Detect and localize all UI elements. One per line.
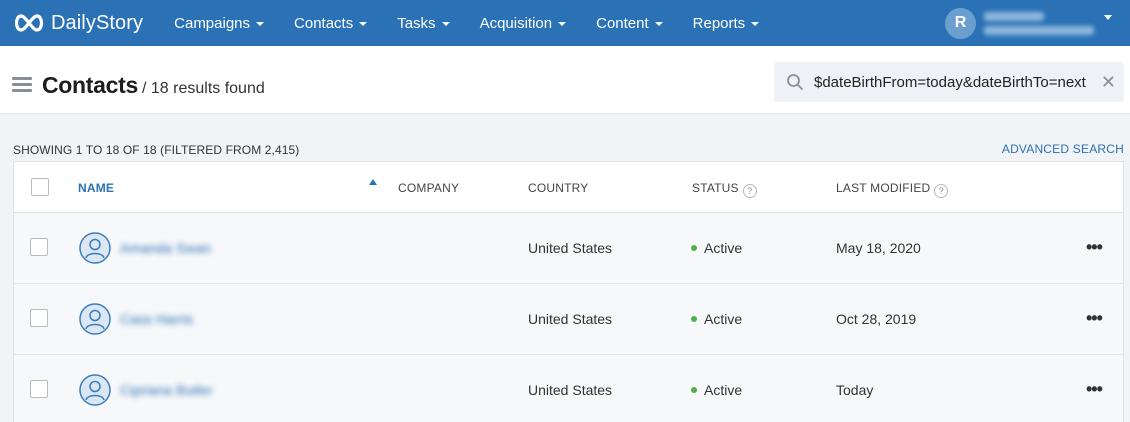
contact-last-modified: Oct 28, 2019 bbox=[836, 311, 917, 327]
contact-country: United States bbox=[528, 240, 613, 256]
contact-name[interactable]: Amanda Swan bbox=[120, 240, 211, 256]
contact-country: United States bbox=[528, 311, 613, 327]
more-options-icon[interactable]: ••• bbox=[1086, 237, 1103, 258]
page-title: Contacts bbox=[42, 72, 139, 98]
table-header: NAME COMPANY COUNTRY STATUS? LAST MODIFI… bbox=[14, 162, 1123, 213]
caret-down-icon bbox=[751, 22, 760, 26]
menu-tasks[interactable]: Tasks bbox=[382, 0, 464, 46]
table-row[interactable]: Cass Harris United States Active Oct 28,… bbox=[14, 284, 1123, 355]
column-header-last-modified[interactable]: LAST MODIFIED? bbox=[836, 181, 949, 198]
column-header-status[interactable]: STATUS? bbox=[692, 181, 757, 198]
user-info-redacted bbox=[984, 11, 1094, 35]
menu-campaigns[interactable]: Campaigns bbox=[159, 0, 279, 46]
status-dot-icon bbox=[691, 316, 697, 322]
contact-last-modified: May 18, 2020 bbox=[836, 240, 921, 256]
contact-name[interactable]: Cass Harris bbox=[120, 311, 193, 327]
user-avatar: R bbox=[945, 7, 976, 39]
main-menu: Campaigns Contacts Tasks Acquisition Con… bbox=[159, 0, 774, 46]
caret-down-icon bbox=[359, 22, 368, 26]
contact-status: Active bbox=[691, 311, 742, 327]
column-label: STATUS bbox=[692, 181, 739, 195]
menu-label: Reports bbox=[692, 14, 746, 32]
help-icon[interactable]: ? bbox=[934, 184, 949, 198]
showing-summary: SHOWING 1 TO 18 OF 18 (FILTERED FROM 2,4… bbox=[13, 143, 300, 157]
more-options-icon[interactable]: ••• bbox=[1086, 308, 1103, 329]
menu-label: Contacts bbox=[294, 14, 354, 32]
status-dot-icon bbox=[691, 245, 697, 251]
menu-label: Campaigns bbox=[174, 14, 251, 32]
row-checkbox[interactable] bbox=[30, 238, 48, 256]
status-label: Active bbox=[704, 382, 743, 398]
user-avatar-icon bbox=[79, 232, 111, 264]
infinity-logo-icon bbox=[14, 14, 44, 32]
menu-reports[interactable]: Reports bbox=[678, 0, 775, 46]
page-header: Contacts / 18 results found ✕ bbox=[0, 46, 1130, 114]
row-checkbox[interactable] bbox=[30, 309, 48, 327]
menu-label: Acquisition bbox=[479, 14, 553, 32]
status-label: Active bbox=[704, 240, 743, 256]
search-box: ✕ bbox=[774, 62, 1124, 102]
caret-down-icon bbox=[441, 22, 450, 26]
menu-acquisition[interactable]: Acquisition bbox=[465, 0, 582, 46]
clear-search-icon[interactable]: ✕ bbox=[1101, 73, 1116, 91]
column-label: LAST MODIFIED bbox=[836, 181, 931, 195]
hamburger-menu-icon[interactable] bbox=[12, 77, 32, 92]
contacts-table: NAME COMPANY COUNTRY STATUS? LAST MODIFI… bbox=[13, 161, 1124, 422]
help-icon[interactable]: ? bbox=[742, 184, 757, 198]
menu-content[interactable]: Content bbox=[581, 0, 678, 46]
caret-down-icon bbox=[654, 22, 663, 26]
results-count: / 18 results found bbox=[142, 80, 265, 97]
column-header-country[interactable]: COUNTRY bbox=[528, 181, 589, 195]
logo[interactable]: DailyStory bbox=[12, 12, 143, 35]
status-label: Active bbox=[704, 311, 743, 327]
contact-status: Active bbox=[691, 382, 742, 398]
contact-last-modified: Today bbox=[836, 382, 874, 398]
column-header-name[interactable]: NAME bbox=[78, 181, 114, 195]
status-dot-icon bbox=[691, 387, 697, 393]
table-row[interactable]: Amanda Swan United States Active May 18,… bbox=[14, 213, 1123, 284]
app-name: DailyStory bbox=[51, 11, 144, 34]
search-input[interactable] bbox=[814, 73, 1104, 91]
table-row[interactable]: Cipriana Butler United States Active Tod… bbox=[14, 355, 1123, 422]
menu-contacts[interactable]: Contacts bbox=[279, 0, 382, 46]
contact-name[interactable]: Cipriana Butler bbox=[120, 382, 213, 398]
caret-down-icon bbox=[558, 22, 567, 26]
user-avatar-icon bbox=[79, 303, 111, 335]
contact-status: Active bbox=[691, 240, 742, 256]
user-avatar-icon bbox=[79, 374, 111, 406]
contact-country: United States bbox=[528, 382, 613, 398]
row-checkbox[interactable] bbox=[30, 380, 48, 398]
caret-down-icon bbox=[256, 22, 265, 26]
more-options-icon[interactable]: ••• bbox=[1086, 379, 1103, 400]
sort-ascending-icon[interactable] bbox=[369, 179, 377, 185]
advanced-search-link[interactable]: ADVANCED SEARCH bbox=[1002, 142, 1124, 156]
user-menu[interactable]: R bbox=[945, 0, 1112, 46]
caret-down-icon bbox=[1104, 14, 1112, 20]
select-all-checkbox[interactable] bbox=[31, 178, 49, 196]
menu-label: Tasks bbox=[397, 14, 436, 32]
column-header-company[interactable]: COMPANY bbox=[398, 181, 459, 195]
search-icon bbox=[787, 74, 803, 90]
top-navbar: DailyStory Campaigns Contacts Tasks Acqu… bbox=[0, 0, 1130, 46]
menu-label: Content bbox=[596, 14, 649, 32]
